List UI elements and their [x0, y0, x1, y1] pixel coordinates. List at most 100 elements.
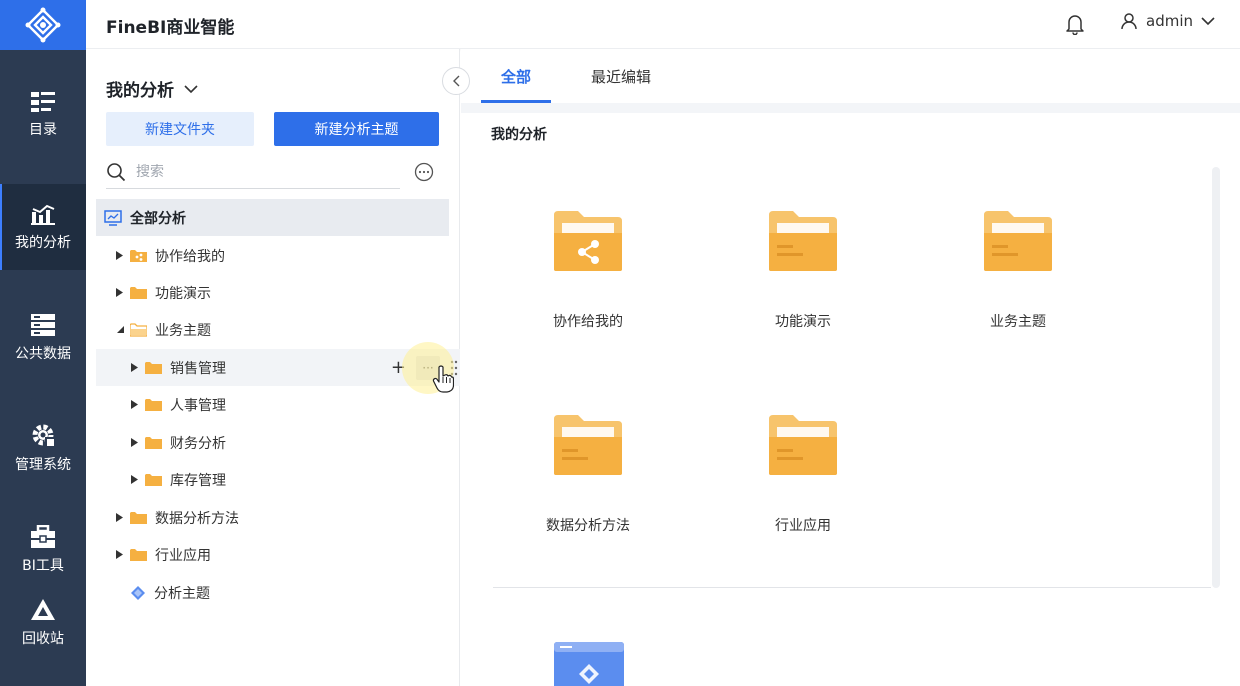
shared-folder-icon — [554, 211, 622, 271]
tree-item-finance-analysis[interactable]: 财务分析 — [96, 424, 449, 461]
nav-item-my-analysis[interactable]: 我的分析 — [0, 184, 86, 270]
card-label: 功能演示 — [775, 314, 831, 330]
tree-label: 数据分析方法 — [155, 510, 239, 527]
tree-item-industry-application[interactable]: 行业应用 — [96, 536, 449, 573]
caret-right-icon[interactable] — [114, 550, 124, 560]
nav-item-catalog[interactable]: 目录 — [0, 72, 86, 158]
tree-item-hr-management[interactable]: 人事管理 — [96, 386, 449, 423]
tree-panel: 我的分析 新建文件夹 新建分析主题 搜索 全部分析 协作给我的 功能演示 业务主… — [86, 49, 460, 686]
folder-card-feature-demo[interactable]: 功能演示 — [723, 209, 883, 379]
folder-card-industry-application[interactable]: 行业应用 — [723, 413, 883, 583]
chevron-down-icon — [184, 84, 198, 93]
card-label: 行业应用 — [775, 518, 831, 534]
tree-item-sales-management[interactable]: 销售管理 + ··· — [96, 341, 460, 394]
tree-label: 协作给我的 — [155, 248, 225, 265]
gear-icon — [32, 424, 55, 447]
new-theme-button[interactable]: 新建分析主题 — [274, 112, 439, 146]
tree-label: 功能演示 — [155, 285, 211, 302]
tree-item-analysis-theme[interactable]: 分析主题 — [96, 574, 449, 611]
main-nav: 目录 我的分析 公共数据 管理系统 BI工具 回收站 — [0, 0, 86, 686]
panel-title[interactable]: 我的分析 — [106, 76, 198, 101]
chevron-down-icon — [1201, 17, 1215, 26]
tree-label: 分析主题 — [154, 585, 210, 602]
folder-icon — [130, 286, 147, 300]
tree-item-business-theme[interactable]: 业务主题 — [96, 311, 449, 348]
catalog-icon — [31, 92, 55, 112]
caret-right-icon[interactable] — [114, 513, 124, 523]
caret-right-icon[interactable] — [129, 475, 139, 485]
caret-down-icon[interactable] — [114, 325, 124, 335]
tree-root-all-analysis[interactable]: 全部分析 — [96, 199, 449, 236]
card-label: 数据分析方法 — [546, 518, 630, 534]
analysis-theme-thumbnail-icon[interactable] — [554, 642, 624, 686]
tree-label: 行业应用 — [155, 547, 211, 564]
nav-item-management[interactable]: 管理系统 — [0, 405, 86, 491]
recycle-icon — [31, 599, 55, 620]
nav-item-bi-tools[interactable]: BI工具 — [0, 515, 86, 587]
caret-right-icon[interactable] — [129, 438, 139, 448]
folder-icon — [769, 211, 837, 271]
top-header: FineBI商业智能 admin — [86, 0, 1240, 49]
tab-recent-edit[interactable]: 最近编辑 — [571, 49, 671, 103]
folder-icon — [145, 361, 162, 375]
user-menu[interactable]: admin — [1120, 12, 1215, 30]
caret-right-icon[interactable] — [114, 251, 124, 261]
folder-card-data-analysis-methods[interactable]: 数据分析方法 — [508, 413, 668, 583]
tree-item-feature-demo[interactable]: 功能演示 — [96, 274, 449, 311]
tabs-separator — [461, 103, 1240, 113]
folder-icon — [554, 415, 622, 475]
section-divider — [493, 587, 1211, 588]
tree-label: 财务分析 — [170, 435, 226, 452]
folder-icon — [145, 398, 162, 412]
search-box — [106, 155, 400, 189]
search-input[interactable] — [136, 163, 376, 180]
caret-right-icon[interactable] — [129, 363, 139, 373]
nav-item-public-data[interactable]: 公共数据 — [0, 295, 86, 381]
tab-all[interactable]: 全部 — [481, 49, 552, 103]
tree-label: 人事管理 — [170, 397, 226, 414]
tree-item-inventory-management[interactable]: 库存管理 — [96, 461, 449, 498]
database-icon — [31, 314, 55, 336]
scrollbar[interactable] — [1212, 167, 1220, 588]
search-icon — [107, 162, 126, 181]
user-icon — [1121, 13, 1137, 30]
tree-item-shared-with-me[interactable]: 协作给我的 — [96, 237, 449, 274]
hand-cursor-icon — [432, 365, 454, 393]
section-title: 我的分析 — [491, 127, 547, 143]
folder-card-business-theme[interactable]: 业务主题 — [938, 209, 1098, 379]
folder-icon — [145, 473, 162, 487]
app-window: 目录 我的分析 公共数据 管理系统 BI工具 回收站 FineBI商业智能 ad… — [0, 0, 1240, 686]
folder-open-icon — [130, 322, 147, 337]
nav-label-public-data: 公共数据 — [15, 346, 71, 362]
shared-folder-icon — [130, 249, 147, 263]
content-tabs: 全部 最近编辑 — [481, 49, 671, 103]
analysis-icon — [31, 204, 55, 225]
chevron-left-icon — [453, 75, 460, 87]
nav-label-my-analysis: 我的分析 — [15, 235, 71, 251]
card-label: 业务主题 — [990, 314, 1046, 330]
folder-card-shared-with-me[interactable]: 协作给我的 — [508, 209, 668, 379]
nav-label-bi-tools: BI工具 — [22, 558, 64, 574]
logo-icon — [25, 7, 61, 43]
collapse-panel-button[interactable] — [442, 67, 470, 95]
username: admin — [1146, 12, 1193, 30]
new-folder-button[interactable]: 新建文件夹 — [106, 112, 254, 146]
tree-label: 库存管理 — [170, 472, 226, 489]
tree-label: 业务主题 — [155, 322, 211, 339]
folder-icon — [769, 415, 837, 475]
panel-title-text: 我的分析 — [106, 81, 174, 101]
card-label: 协作给我的 — [553, 314, 623, 330]
nav-label-recycle: 回收站 — [22, 631, 64, 647]
caret-right-icon[interactable] — [129, 400, 139, 410]
nav-label-catalog: 目录 — [29, 122, 57, 138]
nav-label-management: 管理系统 — [15, 457, 71, 473]
theme-diamond-icon — [130, 585, 146, 601]
caret-right-icon[interactable] — [114, 288, 124, 298]
toolbox-icon — [31, 525, 55, 548]
app-logo[interactable] — [0, 0, 86, 50]
more-options-icon[interactable] — [414, 162, 434, 182]
folder-icon — [145, 436, 162, 450]
tree-item-data-analysis-methods[interactable]: 数据分析方法 — [96, 499, 449, 536]
nav-item-recycle[interactable]: 回收站 — [0, 580, 86, 666]
bell-icon[interactable] — [1064, 13, 1086, 35]
